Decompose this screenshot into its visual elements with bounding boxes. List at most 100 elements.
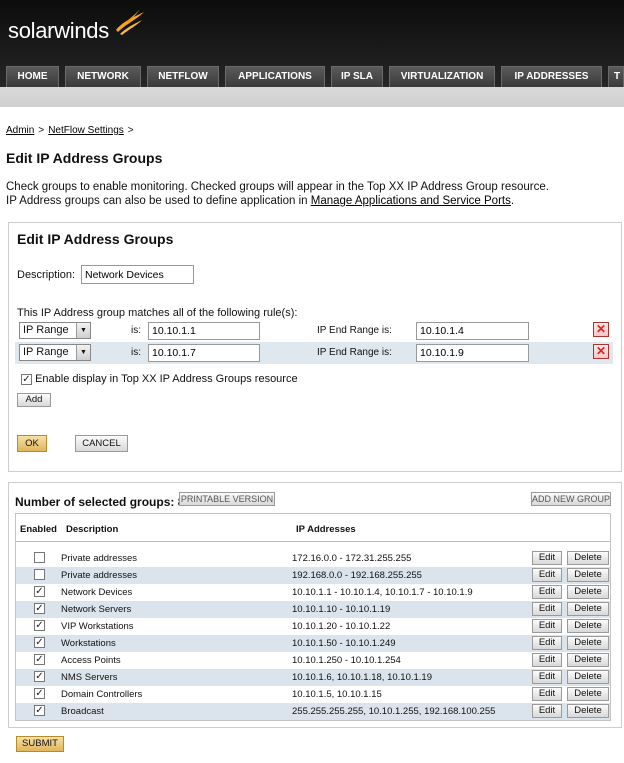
delete-rule-icon[interactable]: ✕	[593, 322, 609, 337]
table-row: ✓ VIP Workstations 10.10.1.20 - 10.10.1.22…	[16, 618, 610, 635]
add-rule-button[interactable]: Add	[17, 393, 51, 407]
group-description: VIP Workstations	[61, 621, 134, 632]
delete-group-button[interactable]: Delete	[567, 568, 609, 582]
rule-type-select[interactable]: IP Range ▼	[19, 322, 91, 339]
table-row: ✓ Access Points 10.10.1.250 - 10.10.1.254 E…	[16, 652, 610, 669]
ip-start-input[interactable]	[148, 344, 260, 362]
edit-group-button[interactable]: Edit	[532, 687, 562, 701]
group-description: Private addresses	[61, 553, 138, 564]
rule-type-select[interactable]: IP Range ▼	[19, 344, 91, 361]
enabled-checkbox[interactable]: ✓	[34, 586, 45, 597]
group-ip-addresses: 192.168.0.0 - 192.168.255.255	[292, 570, 422, 581]
enabled-checkbox[interactable]	[34, 552, 45, 563]
enabled-checkbox[interactable]: ✓	[34, 637, 45, 648]
enabled-checkbox[interactable]: ✓	[34, 671, 45, 682]
group-description: NMS Servers	[61, 672, 118, 683]
description-input[interactable]	[81, 265, 194, 284]
enabled-checkbox[interactable]: ✓	[34, 603, 45, 614]
edit-group-button[interactable]: Edit	[532, 585, 562, 599]
delete-group-button[interactable]: Delete	[567, 704, 609, 718]
main-nav: HOME NETWORK NETFLOW APPLICATIONS IP SLA…	[0, 64, 624, 87]
breadcrumb-separator: >	[127, 125, 134, 136]
edit-group-button[interactable]: Edit	[532, 704, 562, 718]
delete-group-button[interactable]: Delete	[567, 687, 609, 701]
edit-group-button[interactable]: Edit	[532, 551, 562, 565]
tab-virtualization[interactable]: VIRTUALIZATION	[389, 66, 495, 87]
edit-group-button[interactable]: Edit	[532, 636, 562, 650]
group-ip-addresses: 10.10.1.50 - 10.10.1.249	[292, 638, 396, 649]
enabled-checkbox[interactable]	[34, 569, 45, 580]
ok-button[interactable]: OK	[17, 435, 47, 452]
delete-group-button[interactable]: Delete	[567, 619, 609, 633]
delete-rule-icon[interactable]: ✕	[593, 344, 609, 359]
tab-network[interactable]: NETWORK	[65, 66, 141, 87]
group-description: Private addresses	[61, 570, 138, 581]
group-ip-addresses: 10.10.1.1 - 10.10.1.4, 10.10.1.7 - 10.10…	[292, 587, 473, 598]
group-ip-addresses: 10.10.1.10 - 10.10.1.19	[292, 604, 391, 615]
intro-line-1: Check groups to enable monitoring. Check…	[6, 181, 549, 193]
group-description: Network Devices	[61, 587, 133, 598]
description-label: Description:	[17, 269, 76, 281]
ip-end-input[interactable]	[416, 344, 529, 362]
enabled-checkbox[interactable]: ✓	[34, 654, 45, 665]
top-header: solarwinds HOME NETWORK NETFLOW APPLICAT…	[0, 0, 624, 87]
tab-netflow[interactable]: NETFLOW	[147, 66, 219, 87]
breadcrumb-admin[interactable]: Admin	[6, 125, 34, 136]
intro-text: Check groups to enable monitoring. Check…	[6, 180, 549, 208]
manage-applications-link[interactable]: Manage Applications and Service Ports	[311, 195, 511, 207]
column-ip-addresses: IP Addresses	[296, 524, 356, 535]
tab-truncated[interactable]: T	[608, 66, 624, 87]
enabled-checkbox[interactable]: ✓	[34, 705, 45, 716]
rule-row: IP Range ▼ is: IP End Range is: ✕	[15, 320, 613, 342]
enable-display-checkbox[interactable]: ✓	[21, 373, 32, 385]
table-row: ✓ Domain Controllers 10.10.1.5, 10.10.1.15…	[16, 686, 610, 703]
intro-line-2: IP Address groups can also be used to de…	[6, 194, 549, 208]
group-ip-addresses: 10.10.1.5, 10.10.1.15	[292, 689, 382, 700]
edit-group-button[interactable]: Edit	[532, 568, 562, 582]
table-row: Private addresses 192.168.0.0 - 192.168.2…	[16, 567, 610, 584]
delete-group-button[interactable]: Delete	[567, 670, 609, 684]
edit-group-button[interactable]: Edit	[532, 602, 562, 616]
add-new-group-button[interactable]: ADD NEW GROUP	[531, 492, 611, 506]
rules-label: This IP Address group matches all of the…	[17, 307, 298, 319]
group-ip-addresses: 10.10.1.250 - 10.10.1.254	[292, 655, 401, 666]
rule-type-value: IP Range	[23, 346, 69, 358]
delete-group-button[interactable]: Delete	[567, 653, 609, 667]
group-description: Network Servers	[61, 604, 132, 615]
tab-ip-sla[interactable]: IP SLA	[331, 66, 383, 87]
delete-group-button[interactable]: Delete	[567, 585, 609, 599]
delete-group-button[interactable]: Delete	[567, 636, 609, 650]
printable-version-button[interactable]: PRINTABLE VERSION	[179, 492, 275, 506]
edit-panel-title: Edit IP Address Groups	[17, 231, 174, 247]
delete-group-button[interactable]: Delete	[567, 551, 609, 565]
ip-end-range-label: IP End Range is:	[317, 347, 392, 358]
chevron-down-icon[interactable]: ▼	[76, 345, 90, 360]
edit-group-panel: Edit IP Address Groups Description: This…	[8, 222, 622, 472]
delete-group-button[interactable]: Delete	[567, 602, 609, 616]
tab-applications[interactable]: APPLICATIONS	[225, 66, 325, 87]
solarwinds-logo[interactable]: solarwinds	[8, 18, 109, 44]
edit-group-button[interactable]: Edit	[532, 653, 562, 667]
group-description: Access Points	[61, 655, 121, 666]
edit-group-button[interactable]: Edit	[532, 670, 562, 684]
cancel-button[interactable]: CANCEL	[75, 435, 128, 452]
table-row: ✓ Network Servers 10.10.1.10 - 10.10.1.19 E…	[16, 601, 610, 618]
chevron-down-icon[interactable]: ▼	[76, 323, 90, 338]
enabled-checkbox[interactable]: ✓	[34, 688, 45, 699]
ip-end-range-label: IP End Range is:	[317, 325, 392, 336]
enabled-checkbox[interactable]: ✓	[34, 620, 45, 631]
edit-group-button[interactable]: Edit	[532, 619, 562, 633]
tab-ip-addresses[interactable]: IP ADDRESSES	[501, 66, 602, 87]
group-description: Domain Controllers	[61, 689, 143, 700]
table-row: ✓ Broadcast 255.255.255.255, 10.10.1.255, …	[16, 703, 610, 720]
ip-end-input[interactable]	[416, 322, 529, 340]
is-label: is:	[131, 347, 141, 358]
rule-type-value: IP Range	[23, 324, 69, 336]
tab-home[interactable]: HOME	[6, 66, 59, 87]
submit-button[interactable]: SUBMIT	[16, 736, 64, 752]
group-ip-addresses: 10.10.1.6, 10.10.1.18, 10.10.1.19	[292, 672, 432, 683]
breadcrumb-netflow-settings[interactable]: NetFlow Settings	[48, 125, 124, 136]
intro-line-2-suffix: .	[510, 195, 515, 207]
group-ip-addresses: 172.16.0.0 - 172.31.255.255	[292, 553, 412, 564]
ip-start-input[interactable]	[148, 322, 260, 340]
